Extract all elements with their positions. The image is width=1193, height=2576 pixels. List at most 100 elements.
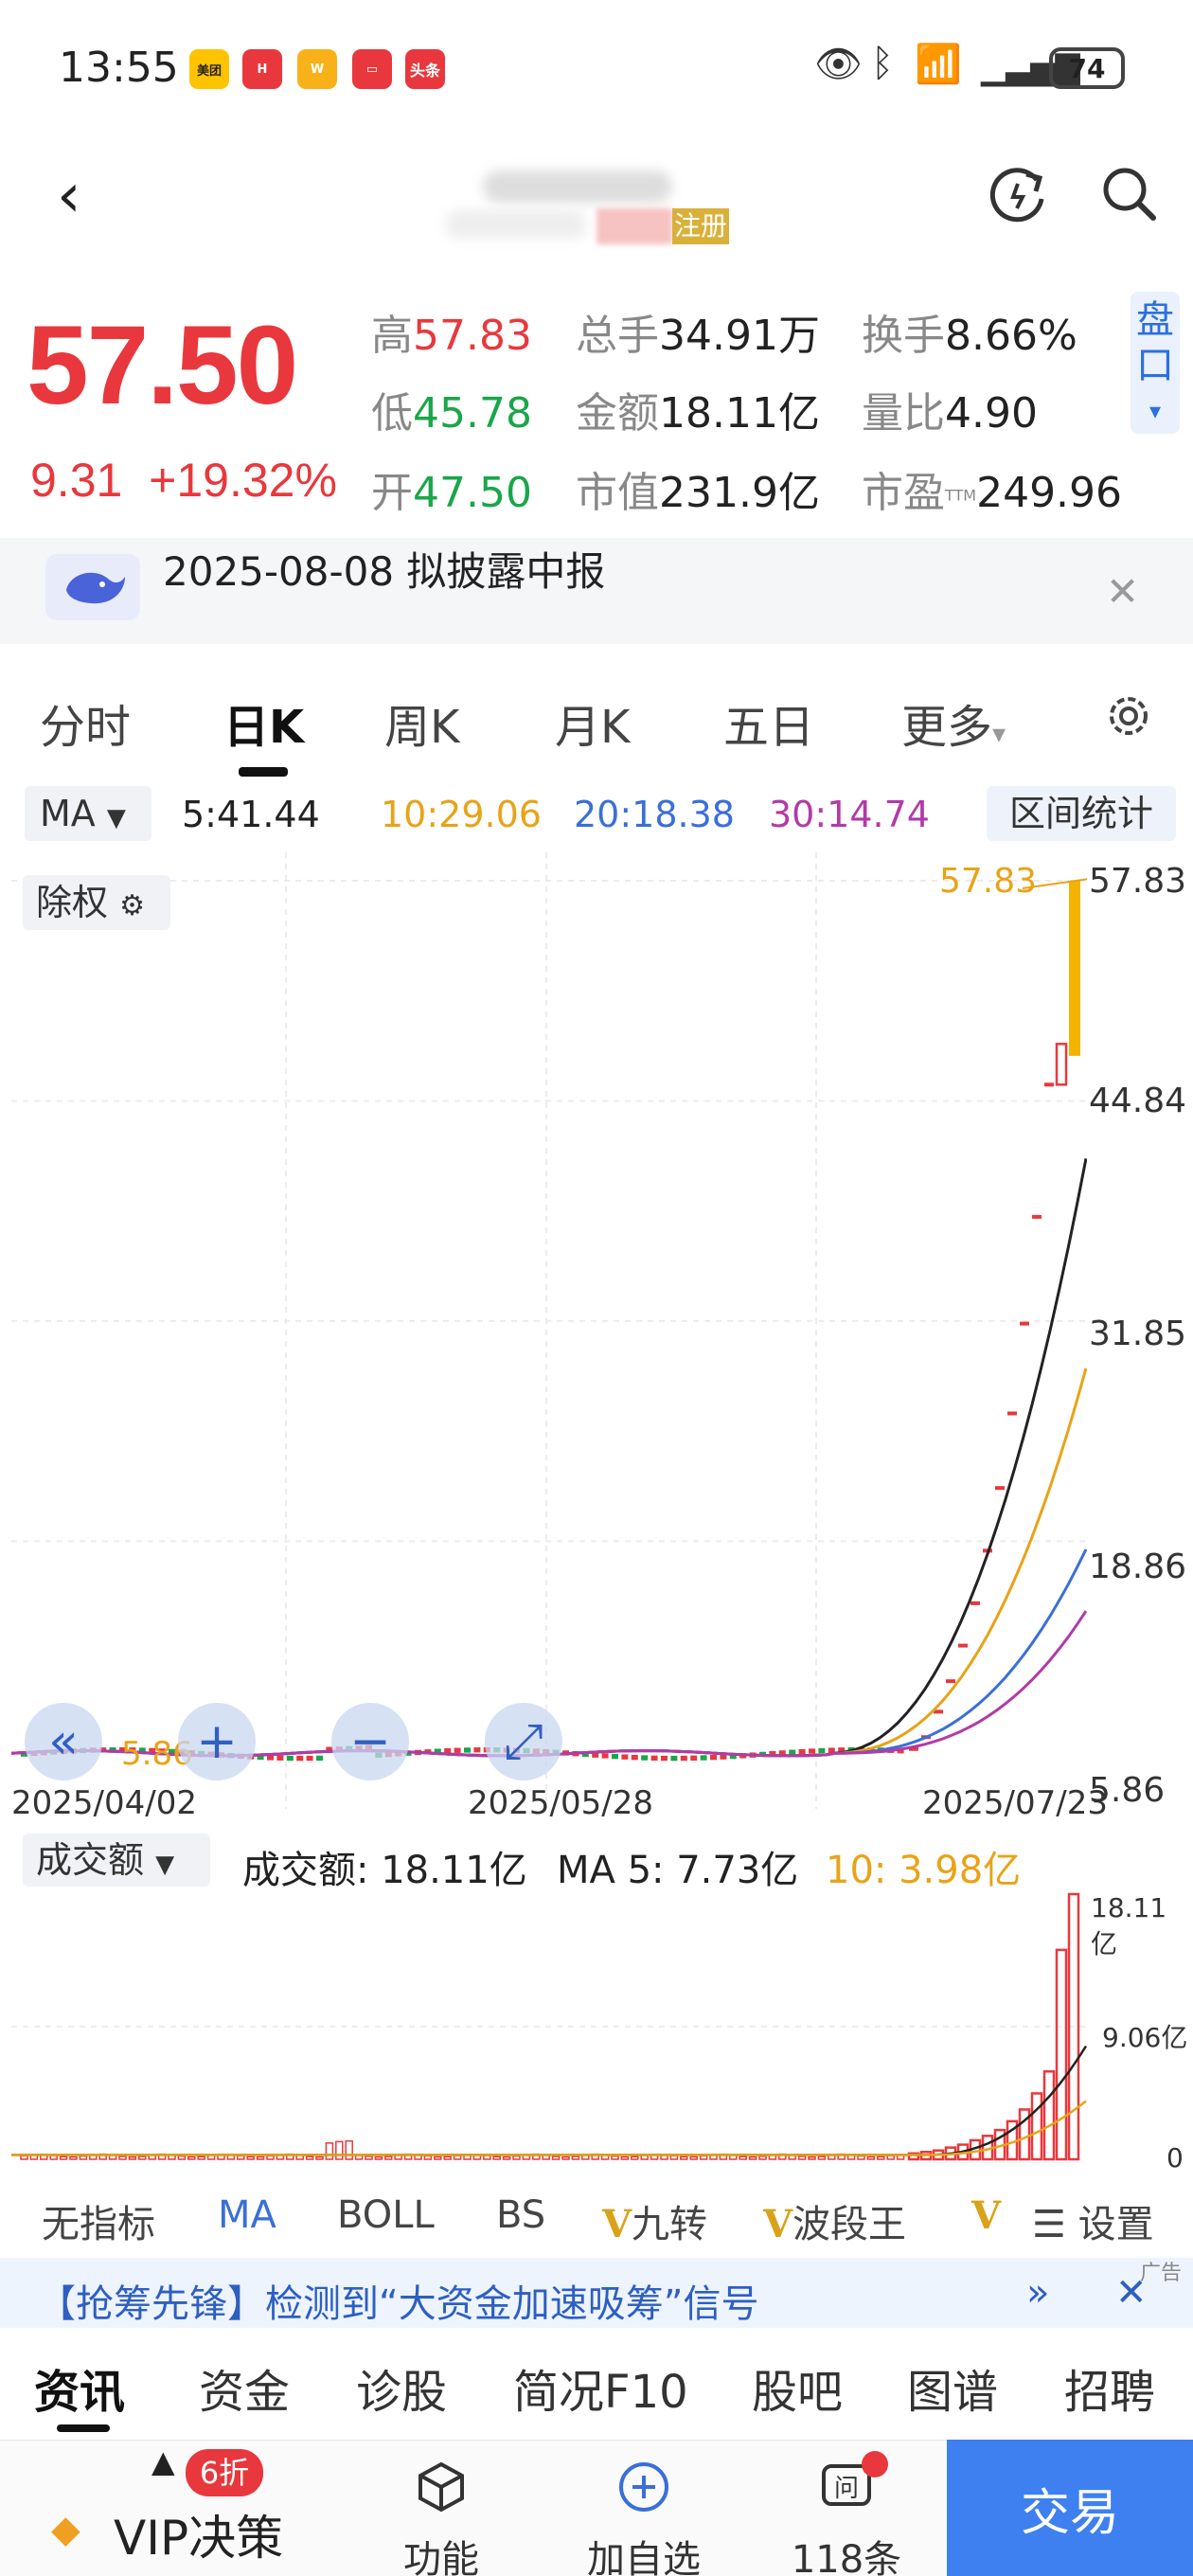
range-stats-button[interactable]: 区间统计	[987, 786, 1176, 841]
red-app-icon: ▭	[352, 49, 392, 89]
volume-bar-flat	[59, 2156, 68, 2160]
mcap-stat: 市值231.9亿	[576, 469, 820, 517]
tab-more[interactable]: 更多▾	[901, 689, 1006, 756]
indicator-none[interactable]: 无指标	[42, 2193, 155, 2248]
max-price-marker: 57.83	[939, 862, 1038, 901]
volume-bar-flat	[797, 2156, 807, 2160]
volume-bar-flat	[689, 2156, 698, 2160]
volume-bar-flat	[758, 2155, 767, 2160]
volume-bar-flat	[138, 2156, 147, 2160]
candle-limit	[1032, 1214, 1042, 1219]
tab-jobs[interactable]: 招聘	[1064, 2354, 1155, 2421]
indicator-boduanwang[interactable]: V波段王	[763, 2193, 906, 2248]
vol-ma5-line	[11, 2045, 1087, 2156]
pe-stat: 市盈TTM249.96	[862, 469, 1123, 517]
fullscreen-button[interactable]: ⤢	[485, 1703, 562, 1780]
candle-flat	[809, 1748, 815, 1754]
indicator-settings[interactable]: ☰ 设置	[1032, 2193, 1154, 2248]
tab-forum[interactable]: 股吧	[752, 2354, 843, 2421]
deepseek-whale-icon	[45, 554, 140, 620]
indicator-bs[interactable]: BS	[496, 2193, 545, 2237]
up-arrow-icon: ▲	[151, 2443, 175, 2479]
candle-limit	[1020, 1321, 1029, 1326]
refresh-icon[interactable]	[985, 161, 1051, 227]
ma10-value: 10:29.06	[381, 794, 542, 835]
wifi-icon: 📶	[915, 43, 962, 86]
indicator-boll[interactable]: BOLL	[337, 2193, 435, 2237]
volume-bar-flat	[502, 2156, 511, 2160]
volume-bar	[1042, 2069, 1056, 2161]
tab-five-day[interactable]: 五日	[723, 689, 814, 756]
search-icon[interactable]	[1096, 161, 1163, 227]
tab-daily-k[interactable]: 日K	[223, 689, 304, 756]
list-settings-icon: ☰	[1032, 2203, 1066, 2246]
vol-y-label-1: 9.06亿	[1102, 2022, 1188, 2053]
notice-text: 2025-08-08 拟披露中报	[163, 548, 606, 595]
x-label-mid: 2025/05/28	[468, 1784, 653, 1822]
close-icon[interactable]: ✕	[1106, 568, 1139, 615]
volume-bar-flat	[79, 2155, 88, 2160]
tab-f10[interactable]: 简况F10	[513, 2354, 688, 2421]
candle-flat	[296, 1755, 304, 1762]
meituan-app-icon: 美团	[189, 49, 229, 89]
ma20-value: 20:18.38	[574, 794, 735, 835]
volume-bar-flat	[808, 2156, 816, 2160]
volume-selector[interactable]: 成交额 ▼	[23, 1834, 210, 1887]
zoom-in-button[interactable]: +	[178, 1703, 256, 1780]
trade-button[interactable]: 交易	[947, 2440, 1193, 2576]
vol-ma10-line	[11, 2100, 1087, 2156]
volume-bar-flat	[866, 2156, 876, 2160]
candle-flat	[650, 1755, 658, 1762]
volume-bar-flat	[423, 2155, 433, 2160]
ma5-line	[11, 1158, 1087, 1758]
cube-icon	[418, 2461, 464, 2513]
tab-capital[interactable]: 资金	[199, 2354, 290, 2421]
candle-limit	[1044, 1082, 1054, 1087]
ma-selector[interactable]: MA ▼	[25, 786, 151, 841]
y-label-3: 18.86	[1089, 1547, 1187, 1586]
volume-bar-flat	[571, 2156, 580, 2160]
back-icon[interactable]: ‹	[57, 166, 81, 226]
ask-button[interactable]: 问 118条	[752, 2459, 941, 2576]
tab-monthly-k[interactable]: 月K	[555, 689, 630, 756]
volume-chart[interactable]	[11, 1885, 1087, 2169]
vip-decision-button[interactable]: VIP决策	[114, 2500, 283, 2568]
zoom-out-button[interactable]: −	[331, 1703, 409, 1780]
close-ad-icon[interactable]: ✕	[1115, 2271, 1148, 2315]
volume-bar-flat	[20, 2155, 28, 2160]
add-watchlist-button[interactable]: 加自选	[549, 2459, 739, 2576]
volume-bar-flat	[857, 2155, 865, 2160]
volume-bar-flat	[246, 2156, 255, 2160]
indicator-jiuzhuan[interactable]: V九转	[602, 2193, 707, 2248]
candle-flat	[306, 1755, 313, 1762]
candle-flat	[818, 1747, 826, 1754]
ma5-value: 5:41.44	[182, 794, 320, 835]
volume-bar-flat	[365, 2156, 373, 2160]
volume-bar-flat	[335, 2140, 344, 2160]
ad-text: 【抢筹先锋】检测到“大资金加速吸筹”信号	[38, 2282, 759, 2326]
indicator-ma[interactable]: MA	[218, 2193, 276, 2237]
candle-limit	[995, 1486, 1005, 1491]
volume-bar-flat	[699, 2155, 708, 2160]
adjust-button[interactable]: 除权 ⚙	[23, 875, 170, 930]
volume-bar-flat	[443, 2156, 452, 2160]
volume-bar	[1030, 2092, 1043, 2161]
indicator-more-v[interactable]: V	[971, 2193, 1001, 2238]
candle-flat	[700, 1755, 707, 1761]
volume-bar-flat	[384, 2156, 393, 2160]
candle-flat	[631, 1754, 638, 1761]
kline-chart[interactable]	[11, 852, 1087, 1809]
tab-graph[interactable]: 图谱	[907, 2354, 998, 2421]
tab-diagnosis[interactable]: 诊股	[356, 2354, 447, 2421]
settings-gear-icon[interactable]	[1102, 689, 1155, 742]
candle-flat	[690, 1755, 698, 1762]
tab-weekly-k[interactable]: 周K	[384, 689, 459, 756]
pankou-button[interactable]: 盘口 ▾	[1131, 292, 1180, 434]
double-chevron-icon[interactable]: »	[1026, 2271, 1049, 2315]
volume-bar-flat	[669, 2155, 679, 2160]
tab-news[interactable]: 资讯	[34, 2354, 125, 2421]
candle-flat	[276, 1755, 284, 1761]
function-button[interactable]: 功能	[347, 2459, 536, 2576]
scroll-left-button[interactable]: «	[25, 1703, 102, 1780]
tab-fenshi[interactable]: 分时	[40, 689, 131, 756]
